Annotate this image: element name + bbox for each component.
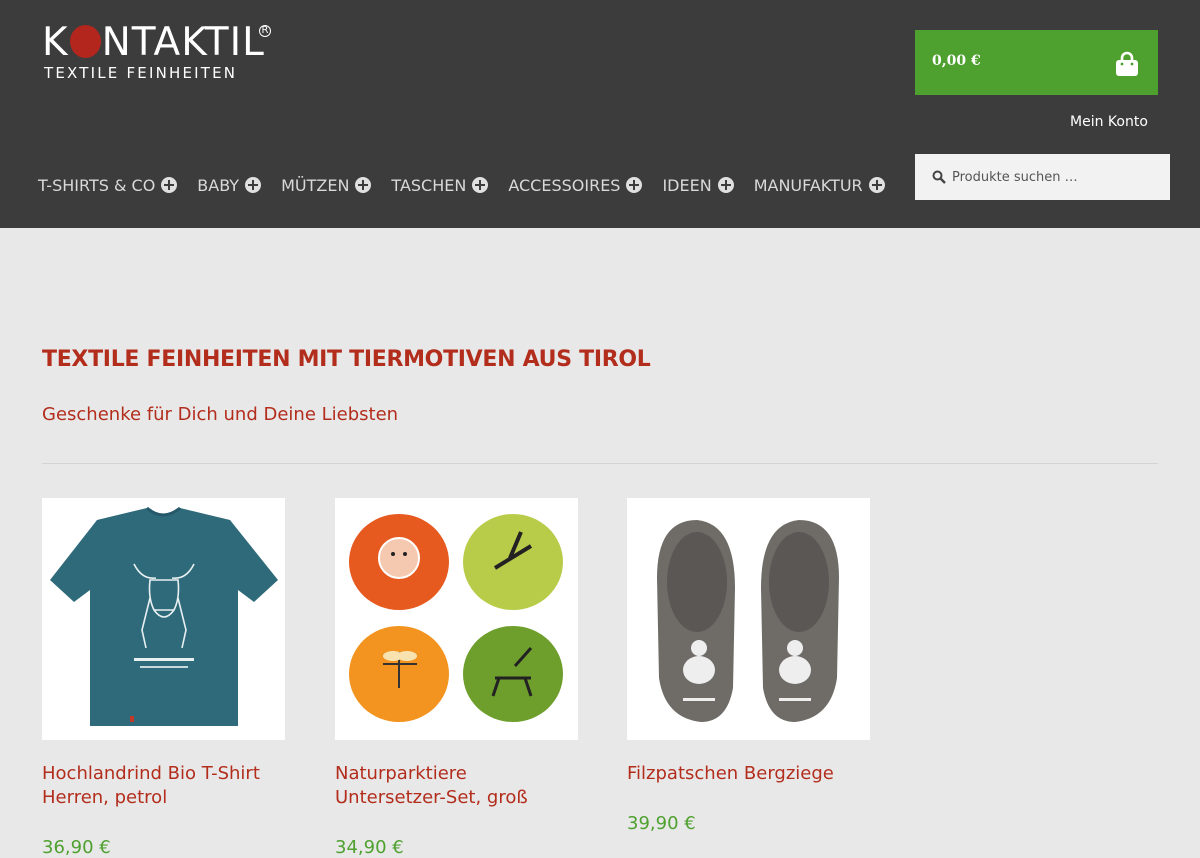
product-price: 39,90 € <box>627 813 696 834</box>
nav-item-label: IDEEN <box>662 175 712 195</box>
nav-item-label: MÜTZEN <box>281 175 350 195</box>
logo-tagline: TEXTILE FEINHEITEN <box>44 64 238 82</box>
nav-item-tshirts[interactable]: T-SHIRTS & CO <box>38 175 178 195</box>
nav-item-taschen[interactable]: TASCHEN <box>391 175 489 195</box>
slippers-image-icon <box>657 520 839 722</box>
product-card[interactable]: Naturparktiere Untersetzer-Set, groß 34,… <box>335 498 578 858</box>
product-title[interactable]: Filzpatschen Bergziege <box>627 762 870 786</box>
plus-circle-icon[interactable] <box>717 177 734 193</box>
registered-mark: R <box>259 25 271 37</box>
nav-item-muetzen[interactable]: MÜTZEN <box>281 175 372 195</box>
cart-amount: 0,00 € <box>932 53 981 69</box>
product-title[interactable]: Naturparktiere Untersetzer-Set, groß <box>335 762 578 810</box>
nav-item-label: MANUFAKTUR <box>753 175 863 195</box>
plus-circle-icon[interactable] <box>245 177 262 193</box>
product-card[interactable]: Filzpatschen Bergziege 39,90 € <box>627 498 870 834</box>
nav-item-label: BABY <box>197 175 240 195</box>
nav-item-label: TASCHEN <box>391 175 467 195</box>
cart-button[interactable]: 0,00 € <box>915 30 1158 95</box>
product-price: 36,90 € <box>42 837 111 858</box>
nav-item-manufaktur[interactable]: MANUFAKTUR <box>754 176 885 195</box>
divider <box>42 463 1158 464</box>
search-input[interactable] <box>952 169 1152 185</box>
page-headline: TEXTILE FEINHEITEN MIT TIERMOTIVEN AUS T… <box>42 347 651 372</box>
coaster-set-image-icon <box>349 514 563 722</box>
product-search <box>915 154 1170 200</box>
tshirt-image-icon <box>50 506 278 726</box>
nav-item-label: ACCESSOIRES <box>508 175 621 195</box>
plus-circle-icon[interactable] <box>472 177 489 193</box>
nav-item-accessoires[interactable]: ACCESSOIRES <box>508 175 643 195</box>
plus-circle-icon[interactable] <box>868 177 885 193</box>
nav-item-label: T-SHIRTS & CO <box>38 175 156 195</box>
my-account-link[interactable]: Mein Konto <box>1070 114 1148 130</box>
search-icon <box>932 170 946 184</box>
product-title[interactable]: Hochlandrind Bio T-Shirt Herren, petrol <box>42 762 285 810</box>
product-image[interactable] <box>627 498 870 740</box>
logo-wordmark: K NTAKTIL <box>42 22 265 64</box>
product-price: 34,90 € <box>335 837 404 858</box>
nav-item-ideen[interactable]: IDEEN <box>662 175 734 195</box>
logo-letter-k: K <box>42 20 69 65</box>
shopping-bag-icon <box>1116 51 1138 76</box>
product-image[interactable] <box>42 498 285 740</box>
plus-circle-icon[interactable] <box>355 177 372 193</box>
logo-letters-rest: NTAKTIL <box>101 20 265 65</box>
site-header: K NTAKTIL R TEXTILE FEINHEITEN 0,00 € Mei… <box>0 0 1200 228</box>
product-image[interactable] <box>335 498 578 740</box>
plus-circle-icon[interactable] <box>626 177 643 193</box>
page-subline: Geschenke für Dich und Deine Liebsten <box>42 404 399 425</box>
product-card[interactable]: Hochlandrind Bio T-Shirt Herren, petrol … <box>42 498 285 858</box>
plus-circle-icon[interactable] <box>161 177 178 193</box>
site-logo[interactable]: K NTAKTIL R TEXTILE FEINHEITEN <box>42 22 274 84</box>
main-navigation: T-SHIRTS & CO BABY MÜTZEN TASCHEN ACCESS… <box>38 172 905 198</box>
logo-red-circle <box>69 25 101 58</box>
nav-item-baby[interactable]: BABY <box>197 175 262 195</box>
